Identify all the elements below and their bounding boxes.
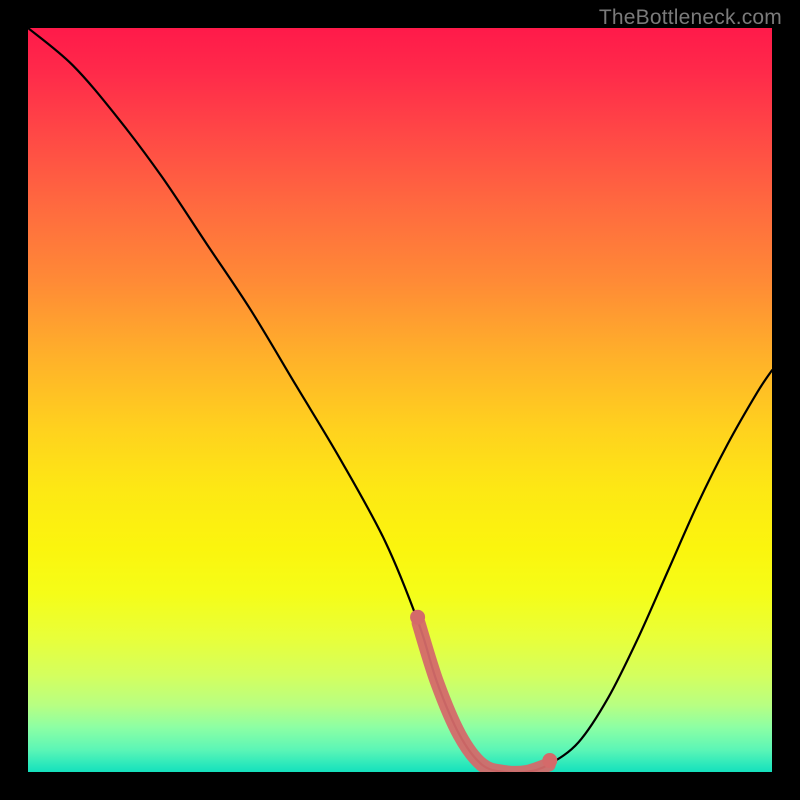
curve-line — [28, 28, 772, 772]
chart-svg — [28, 28, 772, 772]
watermark-text: TheBottleneck.com — [599, 6, 782, 30]
plot-area — [28, 28, 772, 772]
chart-canvas: TheBottleneck.com — [0, 0, 800, 800]
highlight-band — [410, 610, 557, 772]
